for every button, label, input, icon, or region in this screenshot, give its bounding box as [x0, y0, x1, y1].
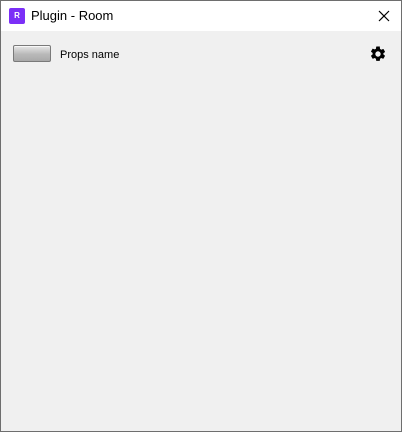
props-toggle-button[interactable] — [13, 45, 51, 62]
gear-icon — [370, 46, 386, 61]
props-name-label: Props name — [60, 49, 120, 61]
close-button[interactable] — [367, 1, 401, 31]
content-area: Props name — [1, 31, 401, 431]
window-title: Plugin - Room — [31, 8, 114, 23]
plugin-window: R Plugin - Room Props name — [0, 0, 402, 432]
settings-button[interactable] — [369, 45, 387, 63]
title-bar[interactable]: R Plugin - Room — [1, 1, 401, 31]
close-icon — [378, 10, 390, 22]
app-icon: R — [9, 8, 25, 24]
